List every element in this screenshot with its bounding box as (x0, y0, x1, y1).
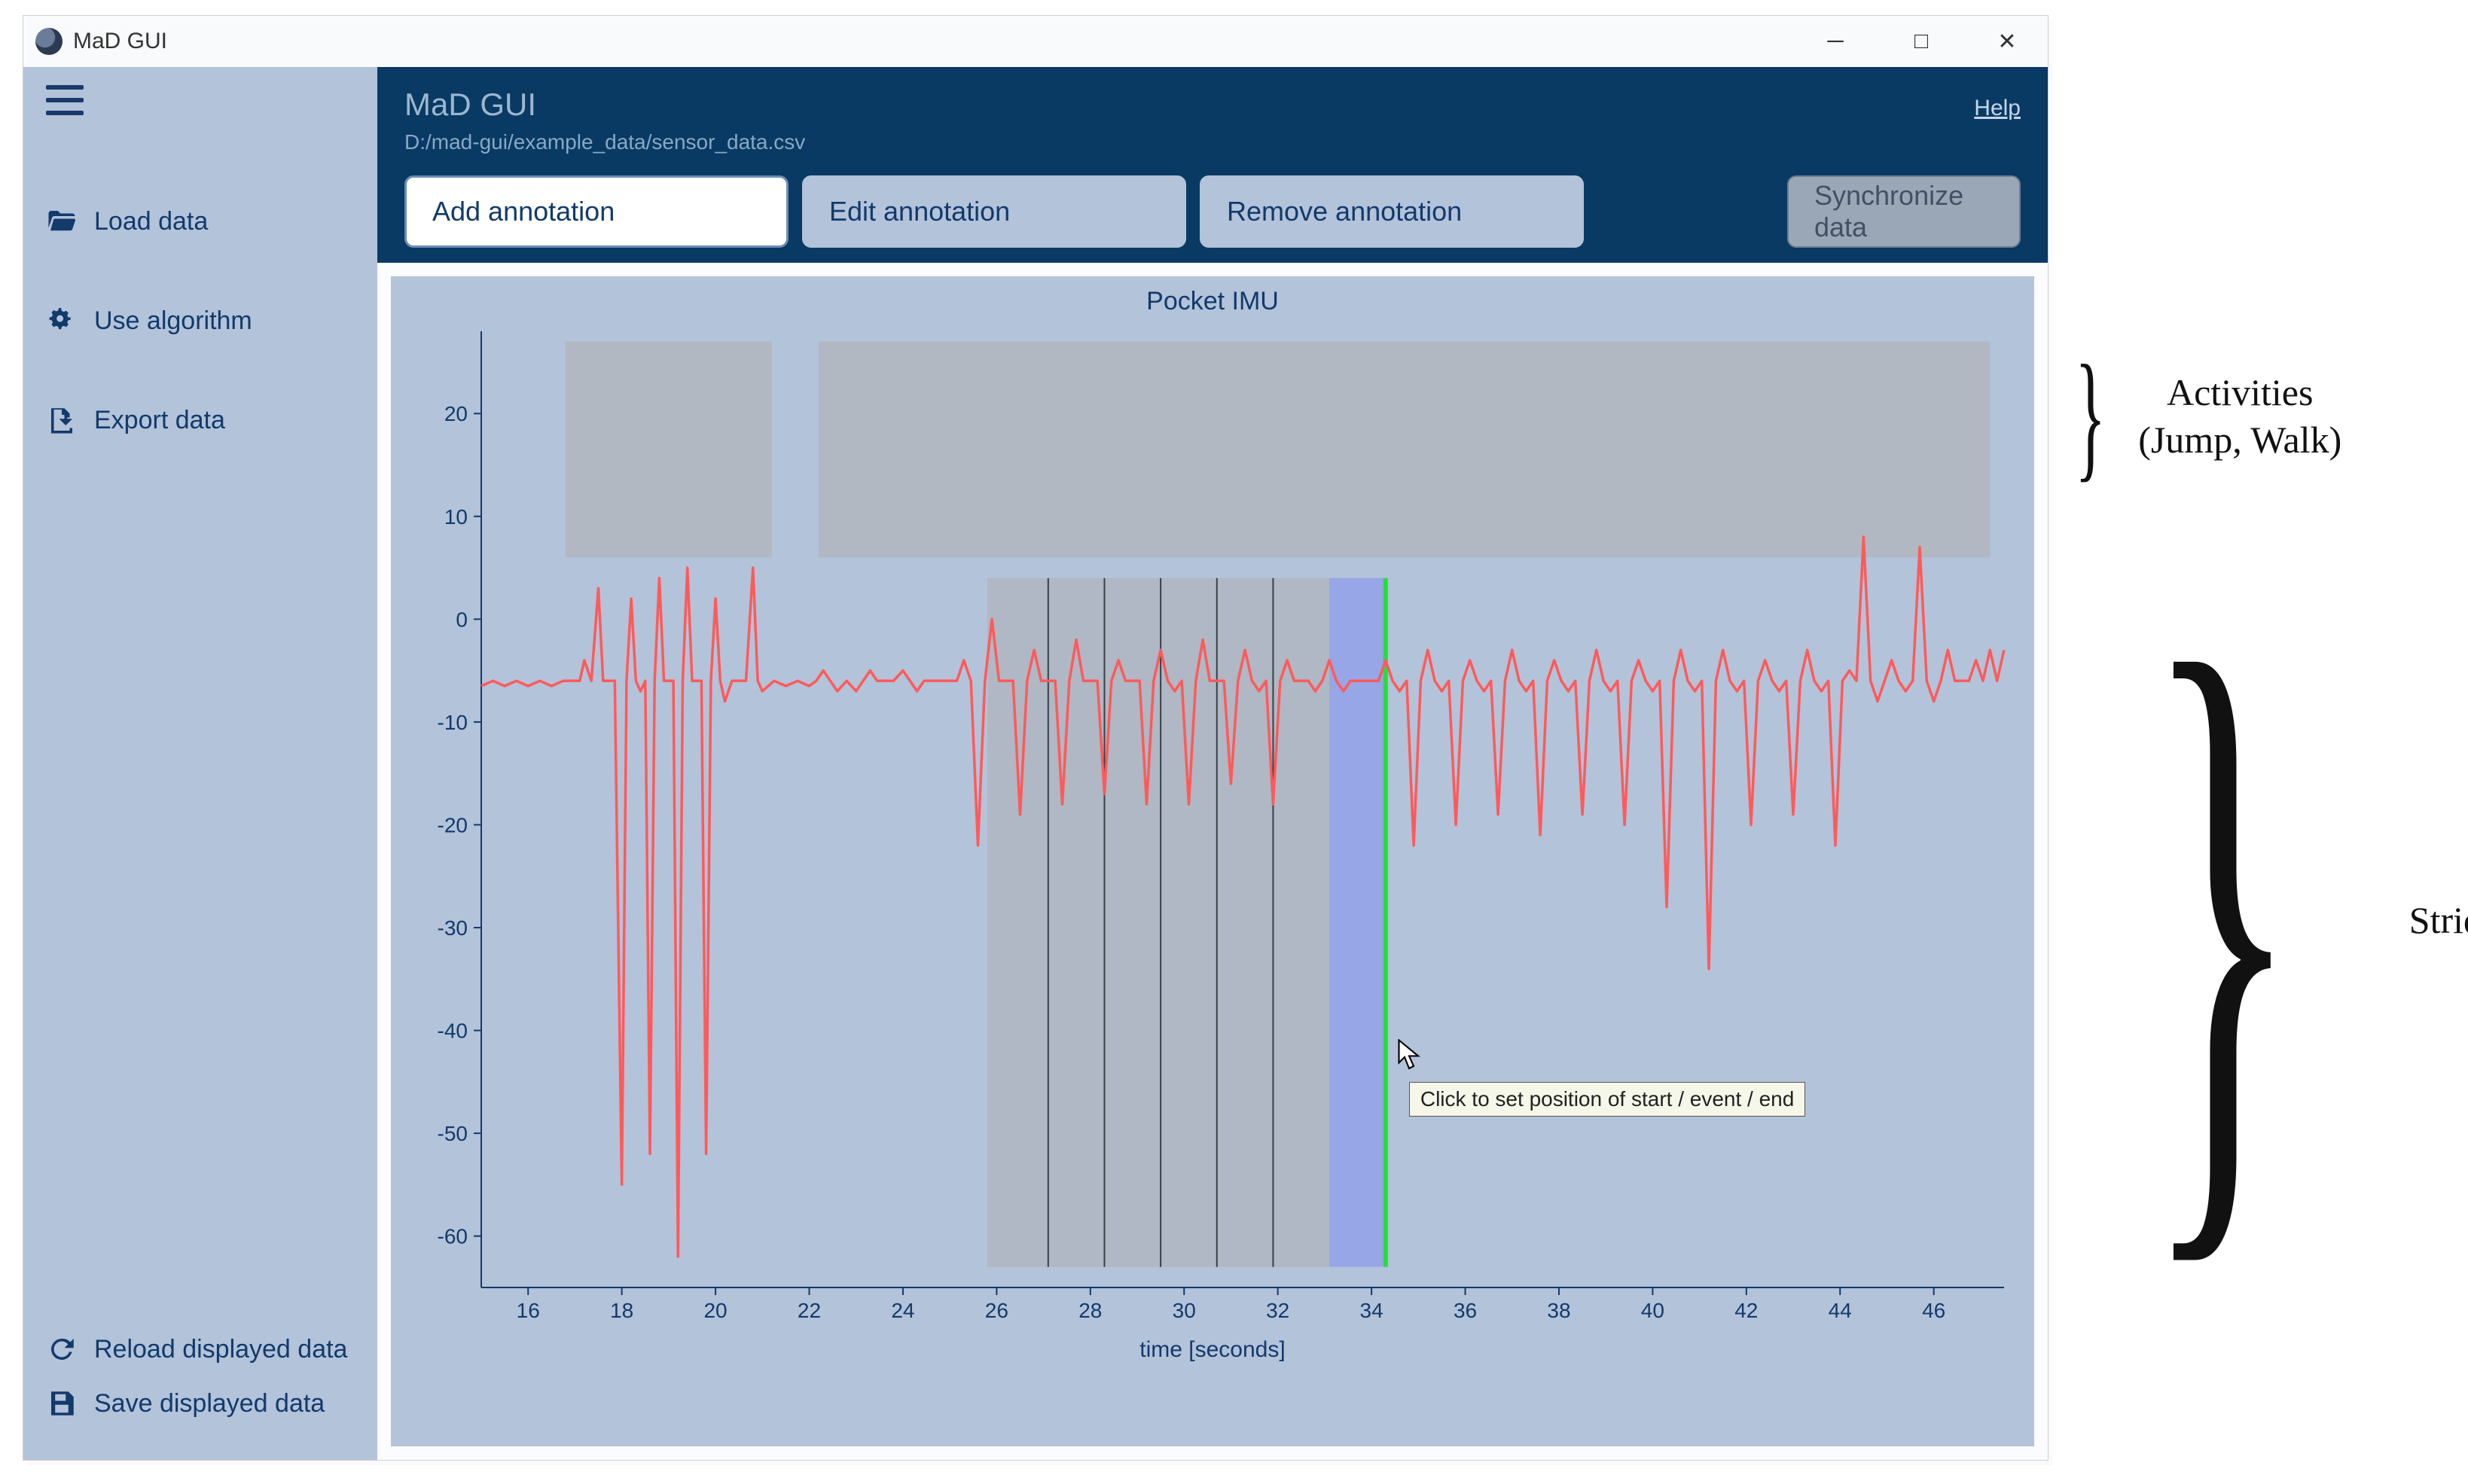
use-algorithm-button[interactable]: Use algorithm (46, 305, 364, 337)
window-titlebar: MaD GUI ─ □ ✕ (23, 16, 2048, 67)
svg-text:46: 46 (1922, 1299, 1945, 1322)
remove-annotation-button[interactable]: Remove annotation (1200, 175, 1584, 248)
figure-annotations: } Activities (Jump, Walk) } Strides (2056, 0, 2468, 1484)
window-maximize-button[interactable]: □ (1884, 19, 1959, 64)
reload-data-label: Reload displayed data (94, 1335, 347, 1364)
sidebar: Load data Use algorithm Export data Relo… (23, 67, 377, 1460)
app-icon (35, 28, 63, 55)
export-data-button[interactable]: Export data (46, 404, 364, 436)
reload-data-button[interactable]: Reload displayed data (46, 1333, 364, 1365)
app-window: MaD GUI ─ □ ✕ Load data (23, 15, 2049, 1461)
svg-text:22: 22 (798, 1299, 821, 1322)
main-header: MaD GUI Help D:/mad-gui/example_data/sen… (377, 67, 2048, 263)
svg-text:42: 42 (1734, 1299, 1758, 1322)
plot-tooltip: Click to set position of start / event /… (1409, 1082, 1805, 1117)
folder-open-icon (46, 206, 78, 237)
use-algorithm-label: Use algorithm (94, 306, 252, 336)
svg-text:20: 20 (444, 402, 468, 425)
refresh-icon (46, 1333, 78, 1365)
window-close-button[interactable]: ✕ (1969, 19, 2045, 64)
svg-text:34: 34 (1360, 1299, 1383, 1322)
svg-text:-10: -10 (438, 711, 468, 734)
hamburger-menu-button[interactable] (46, 85, 84, 115)
svg-text:-60: -60 (438, 1225, 468, 1248)
activities-brace-label: } Activities (Jump, Walk) (2056, 369, 2341, 463)
plot-xlabel: time [seconds] (413, 1337, 2012, 1363)
plot-title: Pocket IMU (413, 287, 2012, 316)
save-data-button[interactable]: Save displayed data (46, 1388, 364, 1419)
window-title: MaD GUI (73, 29, 167, 54)
svg-text:32: 32 (1266, 1299, 1289, 1322)
load-data-label: Load data (94, 207, 208, 236)
svg-text:-40: -40 (438, 1019, 468, 1043)
gears-icon (46, 305, 78, 337)
svg-text:30: 30 (1173, 1299, 1196, 1322)
svg-text:0: 0 (456, 608, 468, 631)
strides-label: Strides (2409, 897, 2468, 944)
plot-panel: Pocket IMU -60 -50 -40 -30 -20 -10 0 10 20 16 18 20… (391, 276, 2034, 1446)
svg-text:24: 24 (891, 1299, 914, 1322)
svg-text:38: 38 (1547, 1299, 1570, 1322)
save-data-label: Save displayed data (94, 1389, 325, 1418)
strides-brace-label: } Strides (2049, 602, 2468, 1239)
sensor-plot[interactable]: -60 -50 -40 -30 -20 -10 0 10 20 16 18 20 22 24 26 28 30 3… (413, 324, 2012, 1333)
svg-text:36: 36 (1454, 1299, 1477, 1322)
svg-text:26: 26 (985, 1299, 1008, 1322)
add-annotation-button[interactable]: Add annotation (404, 175, 789, 248)
cursor-icon (1398, 1039, 1420, 1071)
export-data-label: Export data (94, 406, 225, 435)
save-icon (46, 1388, 78, 1419)
load-data-button[interactable]: Load data (46, 206, 364, 237)
activities-label-line2: (Jump, Walk) (2138, 416, 2341, 464)
svg-text:20: 20 (703, 1299, 727, 1322)
file-path: D:/mad-gui/example_data/sensor_data.csv (404, 130, 2021, 154)
svg-text:18: 18 (610, 1299, 633, 1322)
svg-text:-30: -30 (438, 916, 468, 940)
edit-annotation-button[interactable]: Edit annotation (802, 175, 1186, 248)
svg-text:44: 44 (1829, 1299, 1852, 1322)
help-link[interactable]: Help (1974, 96, 2021, 121)
svg-text:-20: -20 (438, 813, 468, 836)
svg-text:28: 28 (1078, 1299, 1102, 1322)
annotation-toolbar: Add annotation Edit annotation Remove an… (404, 175, 2021, 248)
svg-text:-50: -50 (438, 1122, 468, 1145)
synchronize-data-button[interactable]: Synchronize data (1787, 175, 2021, 248)
export-icon (46, 404, 78, 436)
svg-text:10: 10 (444, 505, 468, 529)
window-minimize-button[interactable]: ─ (1798, 19, 1873, 64)
svg-text:40: 40 (1641, 1299, 1664, 1322)
svg-text:16: 16 (517, 1299, 540, 1322)
app-title: MaD GUI (404, 87, 536, 123)
activities-label-line1: Activities (2138, 369, 2341, 416)
